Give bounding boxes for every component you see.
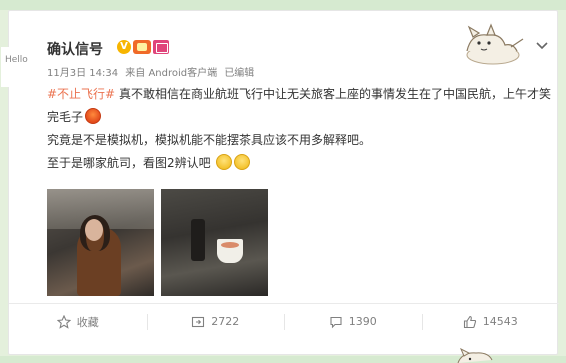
repost-count: 2722 xyxy=(211,315,240,328)
post-image-1[interactable] xyxy=(47,189,154,296)
post-content: #不止飞行# 真不敢相信在商业航班飞行中让无关旅客上座的事情发生在了中国民航，上… xyxy=(47,83,552,175)
avatar-text: Hello xyxy=(5,55,28,65)
comment-icon xyxy=(330,316,342,328)
repost-button[interactable]: 2722 xyxy=(146,304,285,339)
chevron-down-icon[interactable] xyxy=(535,41,549,51)
content-paragraph-1: #不止飞行# 真不敢相信在商业航班飞行中让无关旅客上座的事情发生在了中国民航，上… xyxy=(47,83,552,129)
weibo-post-card: Hello 确认信号 V 11月3日 14:34 来自 Android客户端 已… xyxy=(1,10,559,355)
post-action-bar: 收藏 2722 1390 14543 xyxy=(9,303,559,339)
post-timestamp-link[interactable]: 11月3日 14:34 xyxy=(47,68,118,79)
vip-badge-icon[interactable] xyxy=(133,40,151,54)
comment-count: 1390 xyxy=(348,315,377,328)
user-badges: V xyxy=(117,40,169,54)
post-image-2[interactable] xyxy=(161,189,268,296)
laughing-emoji-icon xyxy=(85,108,102,124)
dog-mascot-icon xyxy=(457,348,493,363)
favorite-button[interactable]: 收藏 xyxy=(9,304,147,339)
like-icon xyxy=(463,315,476,328)
page-top-strip xyxy=(0,0,566,10)
passenger-face xyxy=(85,219,103,241)
favorite-label: 收藏 xyxy=(76,315,99,329)
repost-icon xyxy=(192,316,205,327)
like-button[interactable]: 14543 xyxy=(421,304,560,339)
avatar[interactable]: Hello xyxy=(1,47,35,87)
comment-button[interactable]: 1390 xyxy=(284,304,422,339)
content-paragraph-3: 至于是哪家航司，看图2辨认吧 xyxy=(47,152,552,175)
hashtag-link[interactable]: #不止飞行# xyxy=(47,87,115,101)
member-badge-icon[interactable] xyxy=(153,40,169,54)
content-line-3: 至于是哪家航司，看图2辨认吧 xyxy=(47,156,211,170)
verified-badge-icon[interactable]: V xyxy=(117,40,131,54)
sweat-emoji-icon xyxy=(234,154,251,170)
throttle-lever xyxy=(191,219,205,261)
content-line-1: 真不敢相信在商业航班飞行中让无关旅客上座的事情发生在了中国民航，上午才笑完毛子 xyxy=(47,87,551,124)
tea-cup xyxy=(217,239,243,263)
post-meta: 11月3日 14:34 来自 Android客户端 已编辑 xyxy=(47,64,258,79)
like-count: 14543 xyxy=(482,315,518,328)
sweat-emoji-icon xyxy=(216,154,233,170)
edited-label[interactable]: 已编辑 xyxy=(224,68,254,79)
post-source: 来自 Android客户端 xyxy=(125,68,218,79)
dog-mascot-icon xyxy=(466,23,524,65)
favorite-icon xyxy=(56,314,71,329)
content-line-2: 究竟是不是模拟机，模拟机能不能摆茶具应该不用多解释吧。 xyxy=(47,133,372,147)
username-link[interactable]: 确认信号 xyxy=(47,39,103,59)
